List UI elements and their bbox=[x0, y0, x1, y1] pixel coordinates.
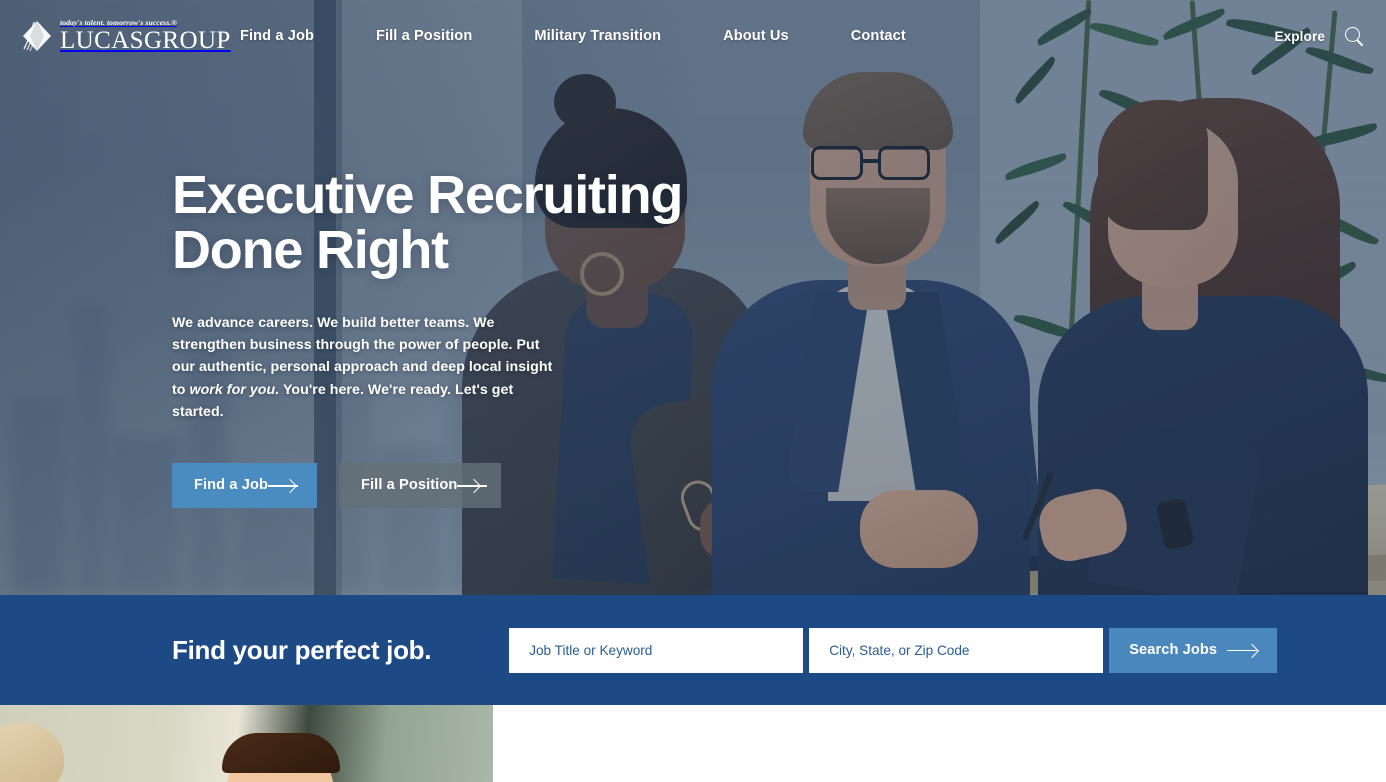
logo-tagline: today's talent. tomorrow's success.® bbox=[60, 18, 178, 28]
site-logo[interactable]: today's talent. tomorrow's success.® LUC… bbox=[20, 19, 230, 53]
arrow-right-icon bbox=[457, 480, 487, 490]
search-jobs-label: Search Jobs bbox=[1129, 642, 1218, 658]
search-jobs-button[interactable]: Search Jobs bbox=[1109, 627, 1278, 673]
hero-cta-group: Find a Job Fill a Position bbox=[172, 462, 772, 508]
person-partial-right-hair bbox=[222, 733, 340, 773]
find-a-job-button[interactable]: Find a Job bbox=[172, 462, 317, 508]
arrow-right-icon bbox=[1227, 645, 1258, 655]
nav-item-contact[interactable]: Contact bbox=[851, 28, 906, 44]
hero-content: Executive Recruiting Done Right We advan… bbox=[172, 165, 772, 508]
search-icon[interactable] bbox=[1345, 26, 1364, 46]
page-root: Executive Recruiting Done Right We advan… bbox=[0, 0, 1386, 782]
next-section-content-area bbox=[493, 705, 1386, 782]
location-input[interactable] bbox=[809, 627, 1104, 673]
primary-navigation: Find a Job Fill a Position Military Tran… bbox=[240, 28, 906, 44]
person-partial-left bbox=[0, 723, 64, 782]
fill-a-position-label: Fill a Position bbox=[361, 477, 458, 494]
header-utilities: Explore bbox=[1274, 26, 1364, 46]
arrow-right-icon bbox=[267, 480, 299, 490]
keyword-input[interactable] bbox=[509, 627, 804, 673]
hero-description-emphasis: work for you. bbox=[189, 381, 280, 398]
find-a-job-label: Find a Job bbox=[194, 477, 268, 494]
site-header: today's talent. tomorrow's success.® LUC… bbox=[0, 0, 1386, 72]
job-search-bar: Find your perfect job. Search Jobs bbox=[0, 595, 1386, 705]
next-section-strip bbox=[0, 705, 1386, 782]
job-search-title: Find your perfect job. bbox=[172, 634, 432, 665]
logo-wordmark: LUCASGROUP bbox=[60, 26, 231, 54]
hero-description: We advance careers. We build better team… bbox=[172, 312, 564, 423]
next-section-photo bbox=[0, 705, 493, 782]
page-title: Executive Recruiting Done Right bbox=[172, 165, 772, 281]
fill-a-position-button[interactable]: Fill a Position bbox=[339, 462, 501, 508]
feather-diamond-icon bbox=[20, 19, 54, 53]
job-search-form: Search Jobs bbox=[509, 627, 1278, 673]
nav-item-about-us[interactable]: About Us bbox=[723, 28, 789, 44]
hero-title-line-1: Executive Recruiting bbox=[172, 165, 683, 225]
hero-section: Executive Recruiting Done Right We advan… bbox=[0, 0, 1386, 595]
nav-item-find-a-job[interactable]: Find a Job bbox=[240, 28, 314, 44]
explore-link[interactable]: Explore bbox=[1274, 29, 1325, 44]
hero-title-line-2: Done Right bbox=[172, 220, 449, 281]
nav-item-fill-a-position[interactable]: Fill a Position bbox=[376, 28, 472, 44]
nav-item-military-transition[interactable]: Military Transition bbox=[534, 28, 661, 44]
